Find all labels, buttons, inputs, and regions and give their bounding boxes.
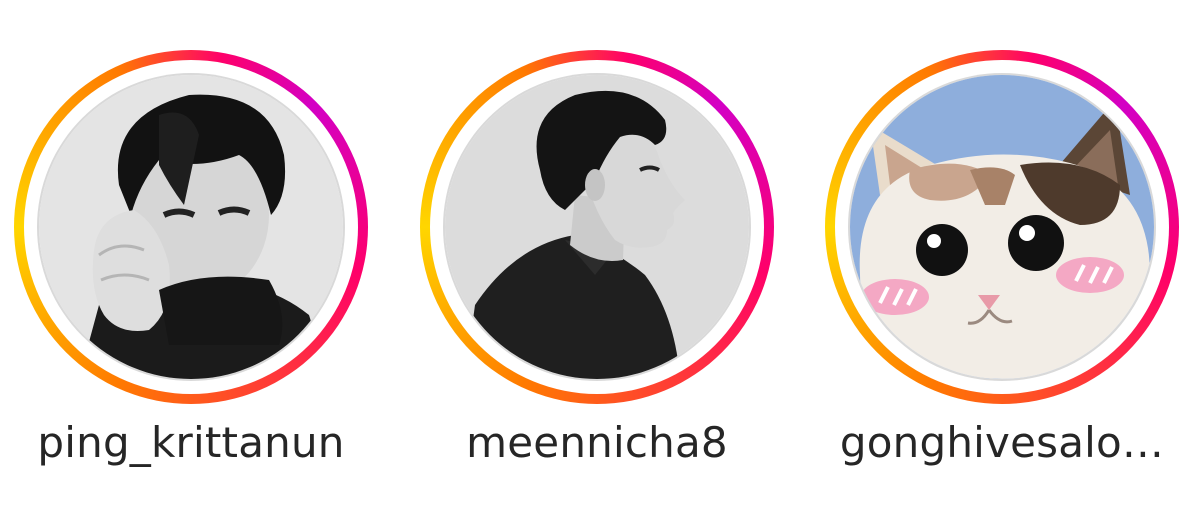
avatar-photo-man-profile bbox=[445, 75, 749, 379]
story-ring[interactable] bbox=[825, 50, 1179, 404]
story-item-gonghivesalo[interactable]: gonghivesalo… bbox=[825, 0, 1185, 516]
story-username: meennicha8 bbox=[466, 418, 728, 467]
story-item-ping-krittanun[interactable]: ping_krittanun bbox=[14, 0, 374, 516]
profile-avatar[interactable] bbox=[445, 75, 749, 379]
story-ring[interactable] bbox=[420, 50, 774, 404]
story-username: ping_krittanun bbox=[37, 418, 345, 467]
profile-avatar[interactable] bbox=[39, 75, 343, 379]
story-ring[interactable] bbox=[14, 50, 368, 404]
avatar-photo-man-hand-over-face bbox=[39, 75, 343, 379]
story-item-meennicha8[interactable]: meennicha8 bbox=[420, 0, 780, 516]
avatar-cat-blushing bbox=[850, 75, 1154, 379]
story-username: gonghivesalo… bbox=[839, 418, 1165, 467]
stories-tray: ping_krittanun meennicha8 gonghivesalo… bbox=[0, 0, 1200, 516]
profile-avatar[interactable] bbox=[850, 75, 1154, 379]
